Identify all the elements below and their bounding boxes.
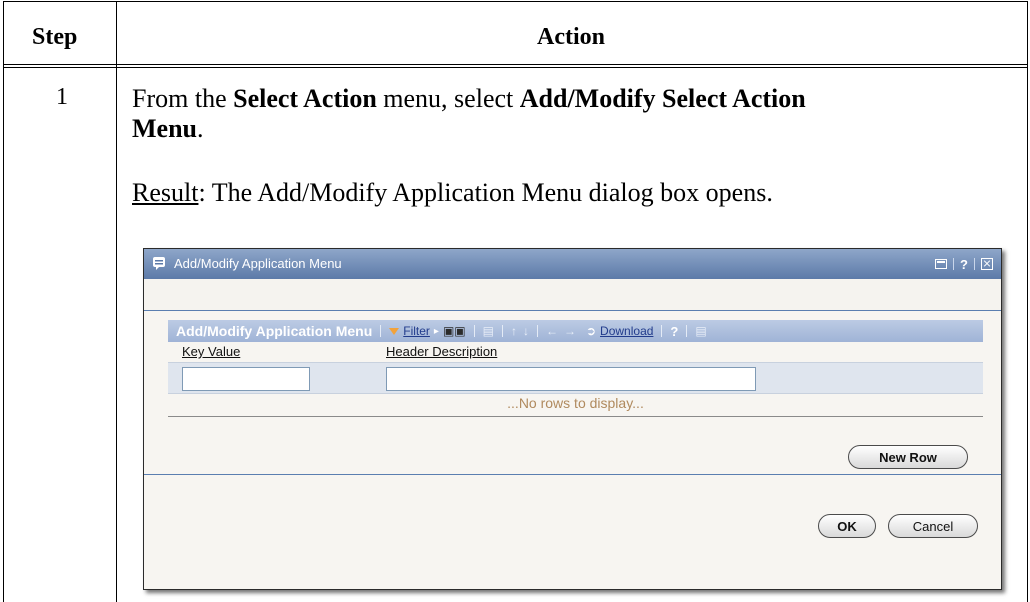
help-icon[interactable]: ? — [960, 257, 968, 272]
dialog-title-bar: Add/Modify Application Menu ? — [144, 249, 1001, 279]
move-up-icon[interactable]: ↑ — [511, 324, 517, 338]
dialog-window-icon — [153, 257, 165, 270]
table-border-left — [3, 1, 4, 602]
toolbar-separator — [501, 325, 503, 337]
grid-title: Add/Modify Application Menu — [176, 323, 373, 339]
filter-icon[interactable] — [389, 327, 400, 335]
cancel-button[interactable]: Cancel — [888, 514, 978, 538]
instruction-text: From the Select Action menu, select Add/… — [132, 84, 806, 144]
column-header-action: Action — [537, 24, 605, 50]
filter-arrow-icon[interactable]: ▸ — [434, 326, 439, 337]
result-text: Result: The Add/Modify Application Menu … — [132, 178, 773, 208]
ok-button[interactable]: OK — [818, 514, 876, 538]
instruction-prefix: From the — [132, 84, 234, 113]
move-left-icon[interactable]: ← — [546, 324, 558, 338]
result-description: : The Add/Modify Application Menu dialog… — [198, 178, 773, 207]
dialog-footer-divider — [144, 474, 1001, 475]
instruction-suffix: . — [197, 114, 204, 143]
column-header-key-value[interactable]: Key Value — [182, 344, 240, 359]
title-separator — [953, 258, 955, 270]
instruction-option-line2: Menu — [132, 114, 197, 143]
result-label: Result — [132, 178, 199, 207]
grid-panel-icon[interactable]: ▤ — [695, 324, 706, 338]
panel-icon[interactable] — [935, 259, 948, 269]
empty-grid-message: ...No rows to display... — [507, 395, 644, 411]
download-link[interactable]: Download — [600, 324, 653, 338]
column-header-description[interactable]: Header Description — [386, 344, 497, 359]
toolbar-separator — [380, 325, 382, 337]
instruction-middle: menu, select — [376, 84, 520, 113]
table-header-separator-2 — [3, 67, 1028, 68]
grid-toolbar: Add/Modify Application Menu Filter ▸ ▣▣ … — [168, 320, 983, 342]
move-down-icon[interactable]: ↓ — [523, 324, 529, 338]
step-number: 1 — [56, 84, 68, 110]
instruction-menu-name: Select Action — [233, 84, 377, 113]
key-value-input[interactable] — [182, 367, 310, 391]
toolbar-separator — [536, 325, 538, 337]
move-right-icon[interactable]: → — [564, 324, 576, 338]
dialog-header-band — [144, 279, 1001, 311]
table-border-right — [1027, 1, 1028, 602]
column-header-step: Step — [32, 24, 78, 50]
table-border-top — [3, 1, 1028, 2]
binoculars-icon[interactable]: ▣▣ — [443, 324, 466, 338]
grid-help-icon[interactable]: ? — [670, 324, 678, 339]
add-modify-application-menu-dialog: Add/Modify Application Menu ? Add/Modify… — [143, 248, 1002, 590]
header-description-input[interactable] — [386, 367, 756, 391]
instruction-option-line1: Add/Modify Select Action — [519, 84, 806, 113]
columns-icon[interactable]: ▤ — [483, 324, 494, 338]
toolbar-separator — [473, 325, 475, 337]
filter-link[interactable]: Filter — [403, 324, 430, 338]
dialog-title: Add/Modify Application Menu — [174, 256, 342, 271]
dialog-title-controls: ? — [935, 255, 993, 273]
grid-bottom-line — [168, 416, 983, 417]
new-row-button[interactable]: New Row — [848, 445, 968, 469]
table-header-separator — [3, 64, 1028, 65]
table-divider-column — [116, 1, 117, 602]
download-icon[interactable]: ➲ — [586, 324, 596, 338]
title-separator — [974, 258, 975, 270]
close-icon[interactable] — [981, 258, 993, 270]
toolbar-separator — [686, 325, 688, 337]
toolbar-separator — [661, 325, 663, 337]
